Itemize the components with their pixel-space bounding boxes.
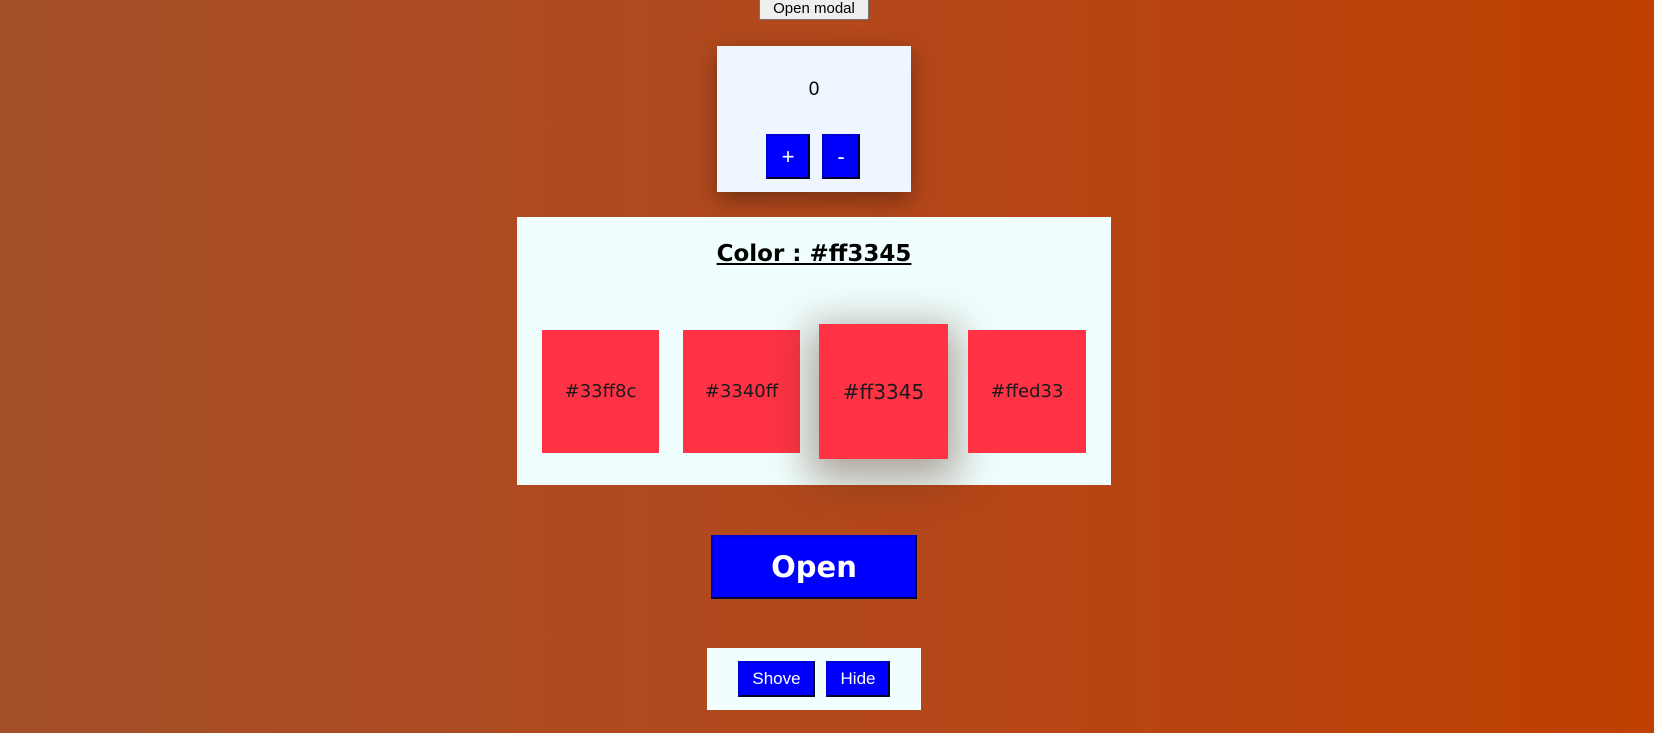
decrement-button[interactable]: - bbox=[822, 134, 860, 179]
open-button[interactable]: Open bbox=[711, 535, 917, 599]
color-swatch-3340ff[interactable]: #3340ff bbox=[683, 330, 800, 453]
increment-button[interactable]: + bbox=[766, 134, 810, 179]
counter-card: 0 + - bbox=[717, 46, 911, 192]
shove-button[interactable]: Shove bbox=[738, 661, 815, 697]
counter-value: 0 bbox=[808, 79, 820, 100]
color-picker-card: Color : #ff3345 #33ff8c #3340ff #ff3345 … bbox=[517, 217, 1111, 485]
color-swatch-ffed33[interactable]: #ffed33 bbox=[968, 330, 1086, 453]
action-bar: Shove Hide bbox=[707, 648, 921, 710]
color-title: Color : #ff3345 bbox=[716, 241, 912, 267]
open-modal-button[interactable]: Open modal bbox=[759, 0, 869, 20]
color-swatch-ff3345-selected[interactable]: #ff3345 bbox=[819, 324, 948, 459]
hide-button[interactable]: Hide bbox=[826, 661, 890, 697]
color-swatch-33ff8c[interactable]: #33ff8c bbox=[542, 330, 659, 453]
